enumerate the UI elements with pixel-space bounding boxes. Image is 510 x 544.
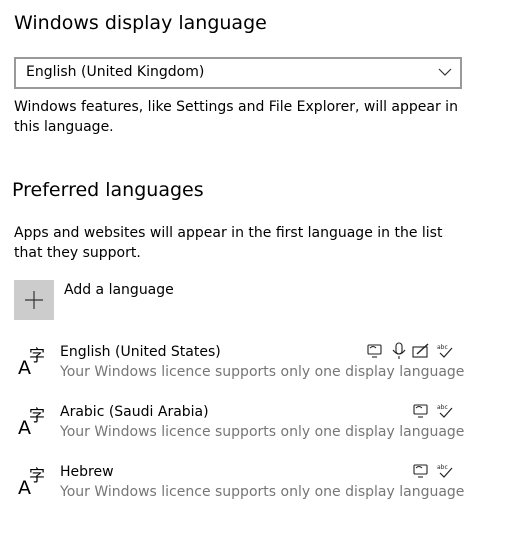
handwriting-icon (412, 343, 429, 358)
text-to-speech-icon (413, 464, 428, 478)
text-to-speech-icon (413, 404, 428, 418)
speech-icon (392, 342, 406, 359)
language-name: English (United States) (60, 344, 221, 360)
spellcheck-icon: abc (437, 344, 453, 358)
svg-text:abc: abc (437, 344, 448, 351)
spellcheck-icon: abc (437, 464, 453, 478)
preferred-languages-title: Preferred languages (12, 179, 204, 201)
add-language-label[interactable]: Add a language (64, 282, 174, 298)
language-note: Your Windows licence supports only one d… (60, 424, 465, 440)
display-language-title: Windows display language (14, 12, 267, 34)
svg-text:字: 字 (29, 466, 45, 485)
language-note: Your Windows licence supports only one d… (60, 484, 465, 500)
language-item-hebrew[interactable]: A 字 Hebrew Your Windows licence supports… (14, 462, 464, 514)
display-language-dropdown[interactable]: English (United Kingdom) (14, 57, 462, 89)
language-item-english-us[interactable]: A 字 English (United States) Your Windows… (14, 342, 464, 394)
language-glyph-icon: A 字 (18, 466, 45, 498)
display-language-selected-value: English (United Kingdom) (26, 64, 205, 80)
language-note: Your Windows licence supports only one d… (60, 364, 465, 380)
language-name: Arabic (Saudi Arabia) (60, 404, 209, 420)
language-glyph-icon: A 字 (18, 406, 45, 438)
chevron-down-icon (438, 68, 452, 76)
plus-icon (25, 291, 43, 309)
language-name: Hebrew (60, 464, 114, 480)
svg-text:abc: abc (437, 404, 448, 411)
add-language-button[interactable] (14, 280, 54, 320)
text-to-speech-icon (367, 344, 382, 358)
svg-text:字: 字 (29, 346, 45, 365)
language-item-arabic-sa[interactable]: A 字 Arabic (Saudi Arabia) Your Windows l… (14, 402, 464, 454)
language-glyph-icon: A 字 (18, 346, 45, 378)
preferred-languages-description: Apps and websites will appear in the fir… (14, 225, 443, 261)
display-language-description: Windows features, like Settings and File… (14, 99, 458, 135)
spellcheck-icon: abc (437, 404, 453, 418)
svg-text:abc: abc (437, 464, 448, 471)
svg-text:字: 字 (29, 406, 45, 425)
